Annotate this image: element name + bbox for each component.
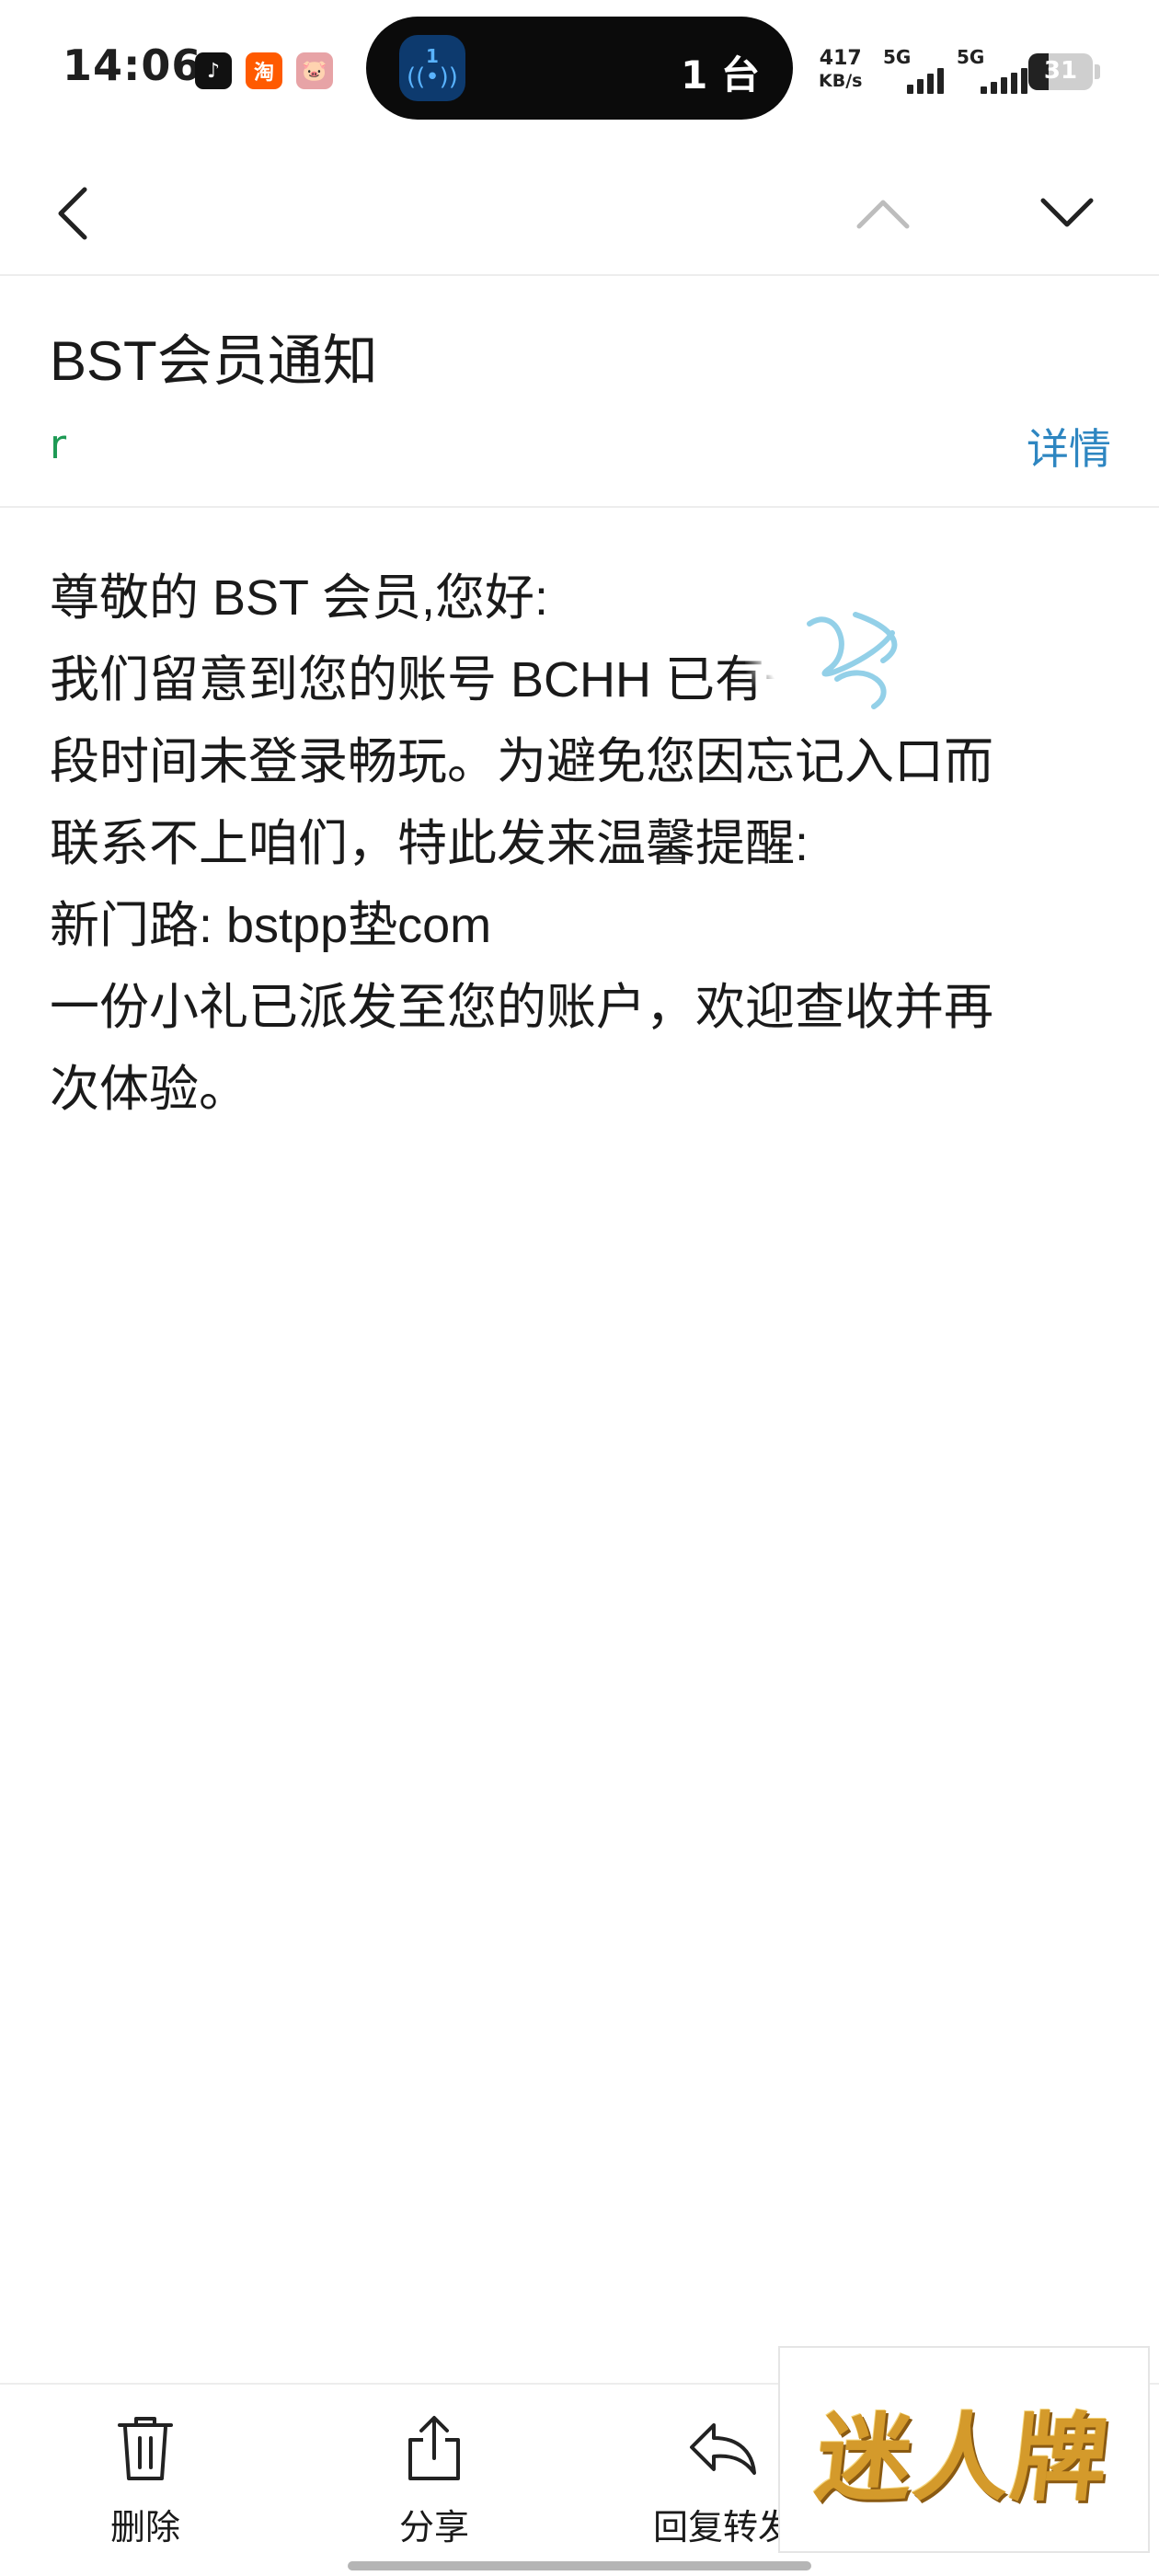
email-toolbar: [0, 147, 1159, 276]
island-label: 1 台: [681, 52, 760, 98]
broadcast-icon: 1 ((•)): [399, 35, 465, 101]
status-time: 14:06: [63, 40, 202, 90]
watermark-text: 迷人牌: [810, 2401, 1116, 2514]
network-type-label: 5G: [883, 46, 912, 68]
body-line: 新门路: bstpp垫com: [50, 898, 492, 953]
next-email-button[interactable]: [1023, 169, 1111, 258]
chevron-down-icon: [1040, 198, 1094, 227]
redaction-scribble: [807, 612, 898, 709]
email-sender[interactable]: r: [50, 421, 66, 468]
body-line: 联系不上咱们，特此发来温馨提醒:: [50, 816, 809, 871]
trash-icon: [109, 2412, 182, 2486]
island-counter: 1: [426, 45, 439, 67]
body-line: 尊敬的 BST 会员,您好:: [50, 570, 549, 626]
tiktok-icon: ♪: [195, 52, 232, 89]
dynamic-island[interactable]: 1 ((•)) 1 台: [366, 17, 793, 120]
taobao-icon: 淘: [246, 52, 282, 89]
network-speed-value: 417: [819, 47, 862, 70]
email-subject: BST会员通知: [50, 330, 378, 392]
home-indicator[interactable]: [348, 2561, 811, 2570]
network-type-label: 5G: [957, 46, 985, 68]
body-line: 次体验。: [50, 1062, 248, 1117]
battery-icon: 31: [1028, 53, 1093, 90]
share-icon: [397, 2412, 471, 2486]
share-button[interactable]: 分享: [342, 2412, 526, 2549]
header-divider: [0, 506, 1159, 508]
reply-icon: [686, 2412, 760, 2486]
back-button[interactable]: [28, 169, 116, 258]
details-link[interactable]: 详情: [1027, 416, 1111, 477]
network-speed-unit: KB/s: [819, 71, 863, 91]
chevron-up-icon: [856, 200, 910, 229]
chevron-left-icon: [58, 187, 87, 240]
delete-label: 删除: [109, 2507, 180, 2547]
signal-strength-icon: 5G: [883, 46, 957, 101]
previous-email-button[interactable]: [839, 169, 927, 258]
email-body: 尊敬的 BST 会员,您好: 我们留意到您的账号 BCHH 已有一 段时间未登录…: [50, 558, 1117, 1131]
body-line: 我们留意到您的账号 BCHH 已有一: [50, 652, 815, 707]
pig-app-icon: 🐷: [296, 52, 333, 89]
signal-strength-icon: 5G: [957, 46, 1039, 101]
network-speed: 417 KB/s: [819, 48, 862, 92]
body-line: 段时间未登录畅玩。为避免您因忘记入口而: [50, 734, 993, 789]
delete-button[interactable]: 删除: [53, 2412, 237, 2549]
watermark-logo: 迷人牌: [778, 2346, 1150, 2553]
body-line: 一份小礼已派发至您的账户，欢迎查收并再: [50, 980, 993, 1035]
battery-level: 31: [1043, 57, 1078, 85]
share-label: 分享: [398, 2507, 469, 2547]
status-bar: 14:06 ♪ 淘 🐷 1 ((•)) 1 台 417 KB/s 5G 5G 3…: [0, 0, 1159, 138]
reply-forward-label: 回复转发: [652, 2507, 793, 2547]
